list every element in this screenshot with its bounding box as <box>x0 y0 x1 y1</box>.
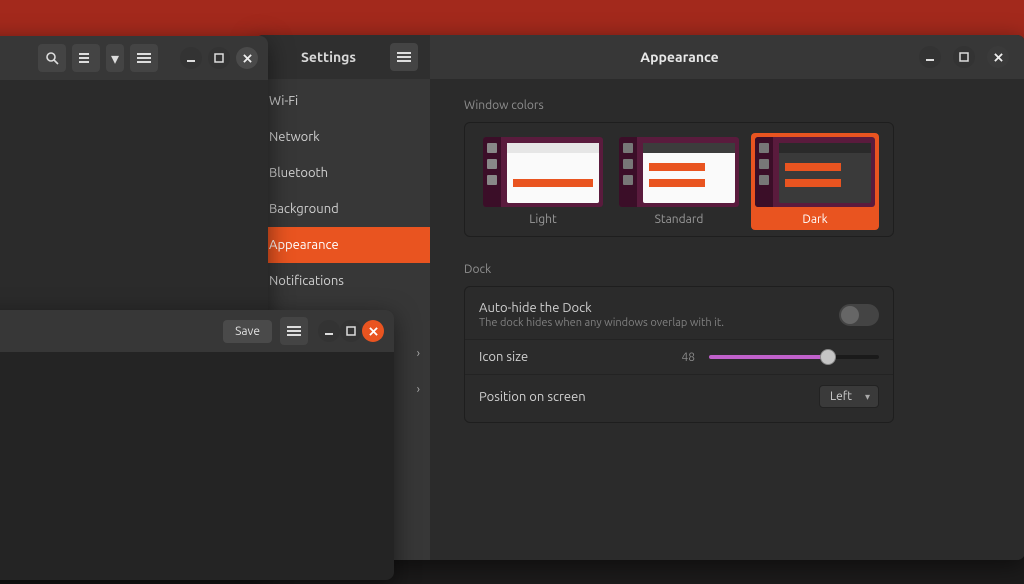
sidebar-item-label: Background <box>269 202 339 216</box>
sidebar-item-bluetooth[interactable]: Bluetooth <box>255 155 430 191</box>
hamburger-menu-icon[interactable] <box>130 44 158 72</box>
theme-caption: Light <box>481 213 605 226</box>
autohide-title: Auto-hide the Dock <box>479 301 839 315</box>
document-title: Untitled Document 1 <box>0 324 223 338</box>
theme-option-standard[interactable]: Standard <box>615 133 743 230</box>
sidebar-item-appearance[interactable]: Appearance <box>255 227 430 263</box>
view-dropdown-icon[interactable]: ▾ <box>106 44 124 72</box>
position-dropdown[interactable]: Left <box>819 385 879 408</box>
settings-main: Appearance Window colors Light Standard Da… <box>430 35 1024 560</box>
position-value: Left <box>830 390 852 403</box>
icon-size-control: 48 <box>639 351 879 364</box>
sidebar-item-network[interactable]: Network <box>255 119 430 155</box>
window-colors-label: Window colors <box>464 99 991 112</box>
view-list-icon[interactable] <box>72 44 100 72</box>
close-button[interactable] <box>236 47 258 69</box>
theme-caption: Standard <box>617 213 741 226</box>
dock-autohide-row: Auto-hide the Dock The dock hides when a… <box>465 291 893 339</box>
search-icon[interactable] <box>38 44 66 72</box>
sidebar-item-label: Wi-Fi <box>269 94 298 108</box>
minimize-button[interactable] <box>919 46 941 68</box>
text-editor-window: Untitled Document 1 Save <box>0 310 394 580</box>
settings-body: Window colors Light Standard Dark Dock Aut… <box>430 79 1024 560</box>
minimize-button[interactable] <box>180 47 202 69</box>
dock-autohide-info: Auto-hide the Dock The dock hides when a… <box>479 301 839 329</box>
dock-panel: Auto-hide the Dock The dock hides when a… <box>464 286 894 423</box>
close-button[interactable] <box>362 320 384 342</box>
autohide-sub: The dock hides when any windows overlap … <box>479 317 839 329</box>
sidebar-item-wi-fi[interactable]: Wi-Fi <box>255 83 430 119</box>
dock-icon-size-row: Icon size 48 <box>465 339 893 374</box>
sidebar-item-label: Bluetooth <box>269 166 328 180</box>
sidebar-item-label: Network <box>269 130 320 144</box>
dock-section-label: Dock <box>464 263 991 276</box>
maximize-button[interactable] <box>340 320 362 342</box>
dock-section: Dock Auto-hide the Dock The dock hides w… <box>464 263 991 423</box>
settings-sidebar-header: Settings <box>255 35 430 79</box>
icon-size-value: 48 <box>681 351 695 364</box>
hamburger-menu-icon[interactable] <box>280 317 308 345</box>
minimize-button[interactable] <box>318 320 340 342</box>
settings-header-title: Appearance <box>440 49 919 65</box>
desktop-wallpaper <box>0 0 1024 36</box>
position-label: Position on screen <box>479 390 819 404</box>
theme-preview <box>755 137 875 207</box>
sidebar-item-label: Notifications <box>269 274 344 288</box>
maximize-button[interactable] <box>953 46 975 68</box>
theme-caption: Dark <box>753 213 877 226</box>
theme-preview <box>483 137 603 207</box>
icon-size-label: Icon size <box>479 350 639 364</box>
autohide-switch[interactable] <box>839 304 879 326</box>
theme-option-light[interactable]: Light <box>479 133 607 230</box>
dock-position-row: Position on screen Left <box>465 374 893 418</box>
settings-main-header: Appearance <box>430 35 1024 79</box>
settings-sidebar-title: Settings <box>267 49 390 65</box>
theme-selector: Light Standard Dark <box>464 122 894 237</box>
maximize-button[interactable] <box>208 47 230 69</box>
close-button[interactable] <box>987 46 1009 68</box>
save-button[interactable]: Save <box>223 320 272 343</box>
theme-preview <box>619 137 739 207</box>
hamburger-menu-icon[interactable] <box>390 43 418 71</box>
window-controls <box>919 46 1015 68</box>
sidebar-item-label: Appearance <box>269 238 339 252</box>
theme-option-dark[interactable]: Dark <box>751 133 879 230</box>
files-body: PublicTemplates <box>0 80 268 181</box>
files-header: ▾ <box>0 36 268 80</box>
icon-size-slider[interactable] <box>709 355 879 359</box>
sidebar-item-notifications[interactable]: Notifications <box>255 263 430 299</box>
chevron-right-icon: › <box>417 383 420 396</box>
chevron-right-icon: › <box>417 347 420 360</box>
text-editor-header: Untitled Document 1 Save <box>0 310 394 352</box>
sidebar-item-background[interactable]: Background <box>255 191 430 227</box>
